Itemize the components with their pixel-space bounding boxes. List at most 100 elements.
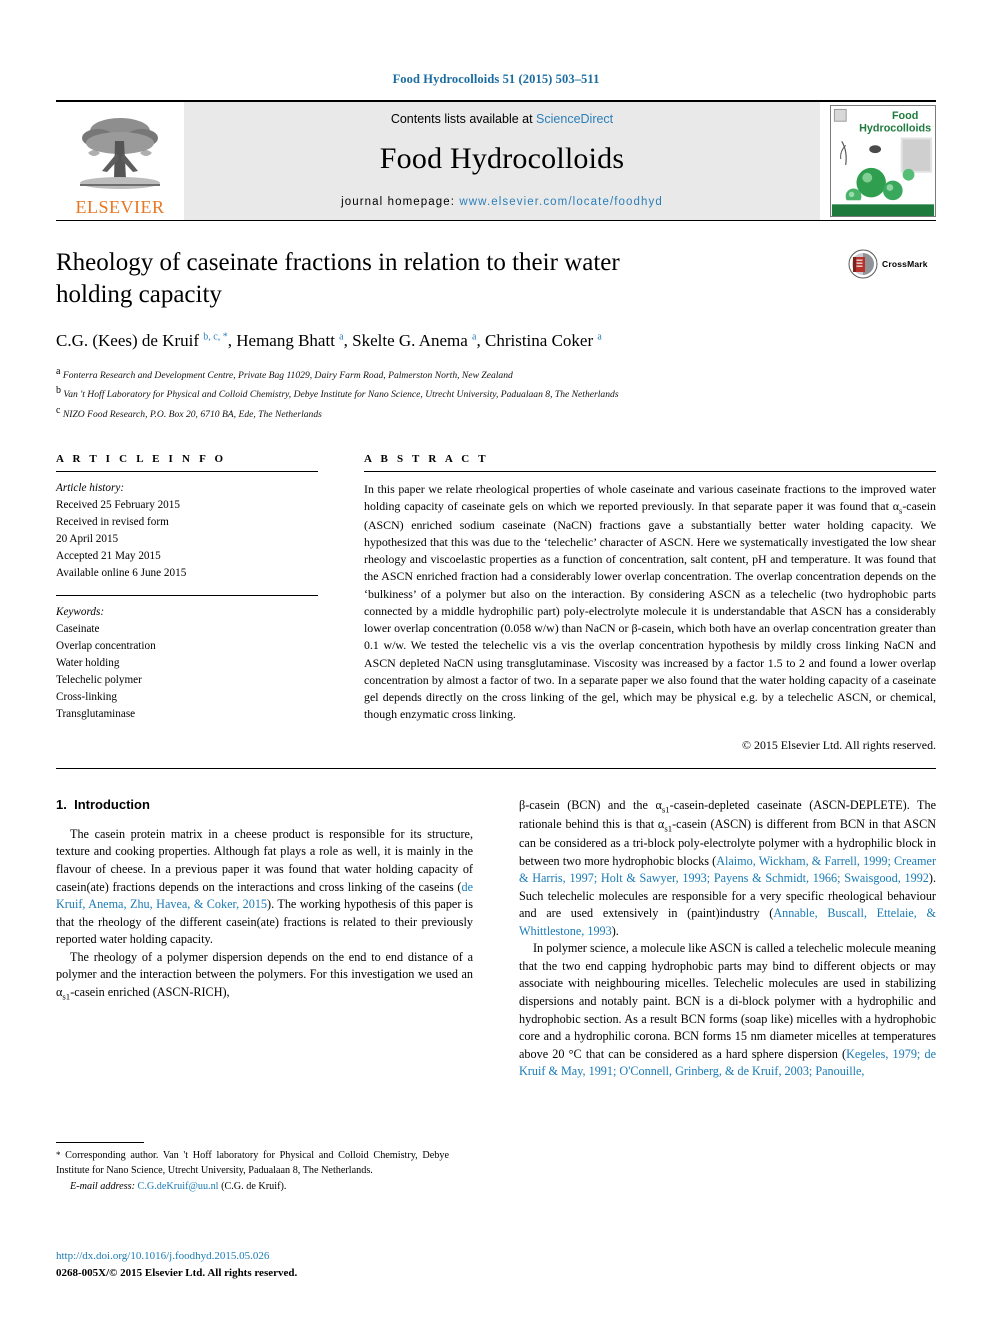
keyword-item: Transglutaminase	[56, 707, 136, 720]
article-history-label: Article history:	[56, 481, 125, 494]
author-entry: Skelte G. Anema a	[352, 331, 476, 350]
email-link[interactable]: C.G.deKruif@uu.nl	[138, 1181, 219, 1192]
email-label: E-mail address:	[70, 1180, 135, 1192]
history-line: Received in revised form	[56, 515, 169, 528]
abstract-paragraph: In this paper we relate rheological prop…	[364, 481, 936, 724]
elsevier-tree-icon	[80, 118, 160, 189]
crossmark-badge[interactable]: CrossMark	[848, 249, 936, 279]
page-title: Rheology of caseinate fractions in relat…	[56, 249, 620, 308]
abstract-heading: A B S T R A C T	[364, 452, 489, 465]
affiliation-mark: a	[56, 365, 61, 377]
corresponding-author-note: * Corresponding author. Van 't Hoff labo…	[56, 1148, 449, 1179]
affiliation-text: Fonterra Research and Development Centre…	[62, 369, 513, 381]
article-page: Food Hydrocolloids 51 (2015) 503–511 ELS…	[0, 0, 992, 1323]
footnote-region: * Corresponding author. Van 't Hoff labo…	[56, 1142, 449, 1194]
body-two-columns: 1. Introduction The casein protein matri…	[56, 797, 936, 1081]
author-marks: b, c, *	[203, 331, 228, 343]
affiliation-text: NIZO Food Research, P.O. Box 20, 6710 BA…	[62, 409, 322, 421]
affiliation-mark: b	[56, 385, 61, 397]
contents-available-line: Contents lists available at ScienceDirec…	[391, 112, 613, 126]
journal-cover-thumbnail: Food Hydrocolloids	[830, 105, 936, 217]
doi-block: http://dx.doi.org/10.1016/j.foodhyd.2015…	[56, 1248, 476, 1281]
crossmark-label: CrossMark	[882, 259, 928, 269]
affiliation-mark: c	[56, 404, 61, 416]
keywords-label: Keywords:	[56, 605, 105, 618]
footnote-rule	[56, 1142, 144, 1143]
right-p1-sub1: s1	[661, 804, 670, 815]
email-note: E-mail address: C.G.deKruif@uu.nl (C.G. …	[56, 1179, 449, 1194]
section-title-text: Introduction	[74, 796, 150, 812]
affiliation-text: Van 't Hoff Laboratory for Physical and …	[63, 389, 619, 401]
masthead-center: Contents lists available at ScienceDirec…	[184, 102, 820, 220]
article-info-column: A R T I C L E I N F O Article history: R…	[56, 453, 318, 754]
keyword-item: Caseinate	[56, 622, 100, 635]
history-line: 20 April 2015	[56, 532, 119, 545]
keyword-item: Overlap concentration	[56, 639, 156, 652]
svg-text:Hydrocolloids: Hydrocolloids	[859, 123, 931, 135]
crossmark-icon	[848, 249, 878, 279]
affiliation-item: a Fonterra Research and Development Cent…	[56, 364, 936, 384]
keyword-item: Water holding	[56, 656, 120, 669]
abstract-copyright: © 2015 Elsevier Ltd. All rights reserved…	[742, 737, 936, 752]
abstract-bottom-rule	[56, 767, 936, 769]
email-owner: (C.G. de Kruif).	[218, 1180, 287, 1192]
author-list: C.G. (Kees) de Kruif b, c, *, Hemang Bha…	[56, 329, 936, 353]
svg-text:Food: Food	[892, 110, 918, 122]
affiliation-list: a Fonterra Research and Development Cent…	[56, 364, 936, 423]
elsevier-logo: ELSEVIER	[56, 102, 184, 220]
homepage-prefix: journal homepage:	[341, 196, 460, 208]
right-p1-text-a: β-casein (BCN) and the α	[519, 797, 662, 812]
author-entry: Hemang Bhatt a	[236, 331, 343, 350]
title-block: CrossMark Rheology of caseinate fraction…	[56, 247, 936, 423]
article-history-block: Article history: Received 25 February 20…	[56, 472, 318, 582]
author-name: C.G. (Kees) de Kruif	[56, 331, 200, 350]
section-heading-introduction: 1. Introduction	[56, 797, 473, 812]
affiliation-item: b Van 't Hoff Laboratory for Physical an…	[56, 383, 936, 403]
affiliation-item: c NIZO Food Research, P.O. Box 20, 6710 …	[56, 403, 936, 423]
intro-p1-text-a: The casein protein matrix in a cheese pr…	[56, 826, 473, 894]
body-column-right: β-casein (BCN) and the αs1-casein-deplet…	[519, 797, 936, 1081]
right-p2-text-a: In polymer science, a molecule like ASCN…	[519, 941, 936, 1061]
intro-paragraph-3: In polymer science, a molecule like ASCN…	[519, 940, 936, 1081]
journal-masthead: ELSEVIER Contents lists available at Sci…	[56, 100, 936, 220]
contents-prefix: Contents lists available at	[390, 112, 537, 126]
intro-paragraph-2: The rheology of a polymer dispersion dep…	[56, 949, 473, 1003]
doi-link[interactable]: http://dx.doi.org/10.1016/j.foodhyd.2015…	[56, 1248, 476, 1265]
author-name: Hemang Bhatt	[236, 331, 335, 350]
history-line: Received 25 February 2015	[56, 498, 180, 511]
keywords-block: Keywords: Caseinate Overlap concentratio…	[56, 596, 318, 723]
intro-paragraph-1: The casein protein matrix in a cheese pr…	[56, 826, 473, 949]
journal-title: Food Hydrocolloids	[379, 142, 625, 175]
abstract-text-part2: -casein (ASCN) enriched sodium caseinate…	[364, 498, 936, 722]
intro-paragraph-1-continued: β-casein (BCN) and the αs1-casein-deplet…	[519, 797, 936, 941]
author-name: Christina Coker	[485, 331, 594, 350]
abstract-text-part1: In this paper we relate rheological prop…	[364, 481, 936, 513]
abstract-body: In this paper we relate rheological prop…	[364, 472, 936, 754]
homepage-url-link[interactable]: www.elsevier.com/locate/foodhyd	[459, 196, 663, 208]
right-p1-text-e: ).	[611, 923, 619, 938]
abstract-column: A B S T R A C T In this paper we relate …	[364, 453, 936, 754]
masthead-bottom-rule	[56, 220, 936, 221]
right-p1-sub2: s1	[664, 823, 673, 834]
history-line: Available online 6 June 2015	[56, 566, 187, 579]
issn-copyright-line: 0268-005X/© 2015 Elsevier Ltd. All right…	[56, 1266, 298, 1279]
intro-p2-text-b: -casein enriched (ASCN-RICH),	[70, 984, 230, 999]
keyword-item: Telechelic polymer	[56, 673, 142, 686]
author-entry: Christina Coker a	[485, 331, 602, 350]
body-column-left: 1. Introduction The casein protein matri…	[56, 797, 473, 1081]
keyword-item: Cross-linking	[56, 690, 117, 703]
author-entry: C.G. (Kees) de Kruif b, c, *	[56, 331, 228, 350]
author-separator: ,	[343, 331, 353, 350]
author-separator: ,	[227, 331, 237, 350]
elsevier-wordmark: ELSEVIER	[75, 197, 165, 217]
author-separator: ,	[476, 331, 485, 350]
article-info-heading: A R T I C L E I N F O	[56, 452, 227, 465]
running-head: Food Hydrocolloids 51 (2015) 503–511	[392, 72, 600, 86]
info-abstract-region: A R T I C L E I N F O Article history: R…	[56, 453, 936, 754]
history-line: Accepted 21 May 2015	[56, 549, 161, 562]
author-marks: a	[597, 331, 602, 343]
section-number: 1.	[56, 796, 67, 812]
corresponding-author-text: Corresponding author. Van 't Hoff labora…	[56, 1150, 449, 1177]
sciencedirect-link[interactable]: ScienceDirect	[536, 112, 613, 126]
